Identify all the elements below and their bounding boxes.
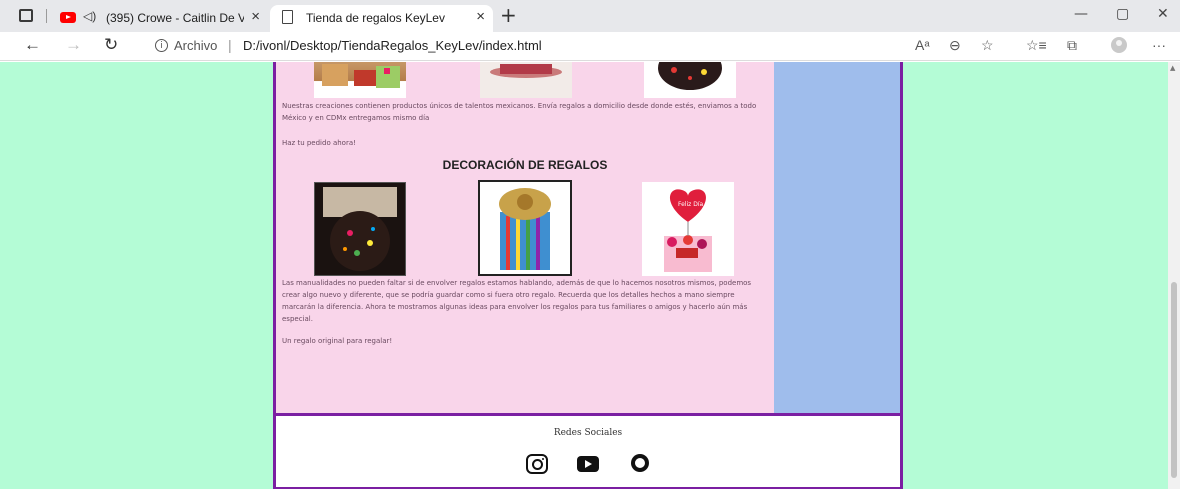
main-content: Nuestras creaciones contienen productos …: [276, 62, 774, 413]
closing-text: Un regalo original para regalar!: [282, 337, 393, 345]
tab-tienda[interactable]: Tienda de regalos KeyLev ×: [270, 5, 493, 32]
favorite-star-icon[interactable]: ☆: [981, 37, 994, 54]
maximize-button[interactable]: ▢: [1116, 6, 1129, 22]
profile-avatar[interactable]: [1111, 37, 1127, 53]
decor-paragraph: Las manualidades no pueden faltar si de …: [282, 279, 752, 323]
minimize-button[interactable]: —: [1074, 6, 1088, 22]
read-aloud-icon[interactable]: Aᵃ: [915, 37, 930, 53]
decor-photo-gift-bag: [478, 180, 572, 276]
security-label: Archivo: [174, 38, 218, 53]
reload-button[interactable]: ↻: [104, 35, 118, 55]
more-menu-icon[interactable]: ···: [1152, 37, 1166, 53]
gift-photo-chocolate: [644, 62, 736, 98]
page-viewport: Nuestras creaciones contienen productos …: [0, 62, 1168, 489]
vertical-scrollbar[interactable]: ▲: [1168, 62, 1180, 489]
close-window-button[interactable]: ✕: [1157, 6, 1169, 22]
tab-title: (395) Crowe - Caitlin De Vill: [106, 11, 244, 25]
tab-strip: ◁) (395) Crowe - Caitlin De Vill × Tiend…: [0, 0, 1180, 32]
scroll-thumb[interactable]: [1171, 282, 1177, 478]
section-title: DECORACIÓN DE REGALOS: [442, 158, 608, 172]
gift-photo-chocolate-svg: [658, 62, 722, 90]
footer-title: Redes Sociales: [553, 428, 623, 438]
close-tab-icon[interactable]: ×: [476, 8, 485, 25]
collections-icon[interactable]: ⧉: [1067, 37, 1077, 54]
forward-button[interactable]: →: [65, 35, 82, 55]
decor-photo-chocolate-pizza: [314, 182, 406, 276]
tab-youtube[interactable]: ◁) (395) Crowe - Caitlin De Vill ×: [56, 5, 268, 32]
page-container: Nuestras creaciones contienen productos …: [273, 62, 903, 489]
back-button[interactable]: ←: [24, 35, 41, 55]
close-tab-icon[interactable]: ×: [251, 8, 260, 25]
decor-photo-heart-balloon-svg: Feliz Día: [664, 189, 712, 272]
github-icon[interactable]: [631, 454, 649, 472]
decor-photo-gift-bag-svg: [499, 188, 551, 270]
intro-paragraph: Nuestras creaciones contienen productos …: [282, 102, 757, 122]
tab-title: Tienda de regalos KeyLev: [306, 11, 445, 25]
gift-photo-sweets-svg: [490, 64, 562, 78]
url-field[interactable]: D:/ivonl/Desktop/TiendaRegalos_KeyLev/in…: [243, 38, 542, 53]
tab-separator: [46, 9, 47, 23]
youtube-favicon-icon: [60, 12, 76, 23]
youtube-icon[interactable]: [577, 456, 599, 472]
decor-photo-heart-balloon: Feliz Día: [642, 182, 734, 276]
address-bar: ← → ↻ i Archivo | D:/ivonl/Desktop/Tiend…: [0, 32, 1180, 61]
gift-photo-box: [314, 62, 406, 98]
instagram-icon[interactable]: [526, 454, 548, 474]
favorites-icon[interactable]: ☆≡: [1026, 37, 1047, 54]
sidebar: [774, 62, 900, 413]
scroll-up-arrow-icon[interactable]: ▲: [1170, 64, 1175, 72]
footer: Redes Sociales: [276, 413, 900, 489]
gift-photo-box-svg: [322, 64, 400, 88]
zoom-icon[interactable]: ⊖: [949, 37, 961, 54]
decor-photo-chocolate-pizza-svg: [323, 187, 397, 271]
order-now-text: Haz tu pedido ahora!: [282, 139, 356, 147]
page-favicon-icon: [282, 10, 293, 24]
audio-playing-icon[interactable]: ◁): [83, 9, 96, 23]
heart-balloon-caption: Feliz Día: [678, 201, 703, 208]
address-divider: |: [228, 37, 232, 53]
tab-actions-icon[interactable]: [19, 9, 33, 22]
gift-photo-sweets: [480, 62, 572, 98]
site-info-icon[interactable]: i: [155, 39, 168, 52]
new-tab-button[interactable]: +: [500, 3, 517, 27]
